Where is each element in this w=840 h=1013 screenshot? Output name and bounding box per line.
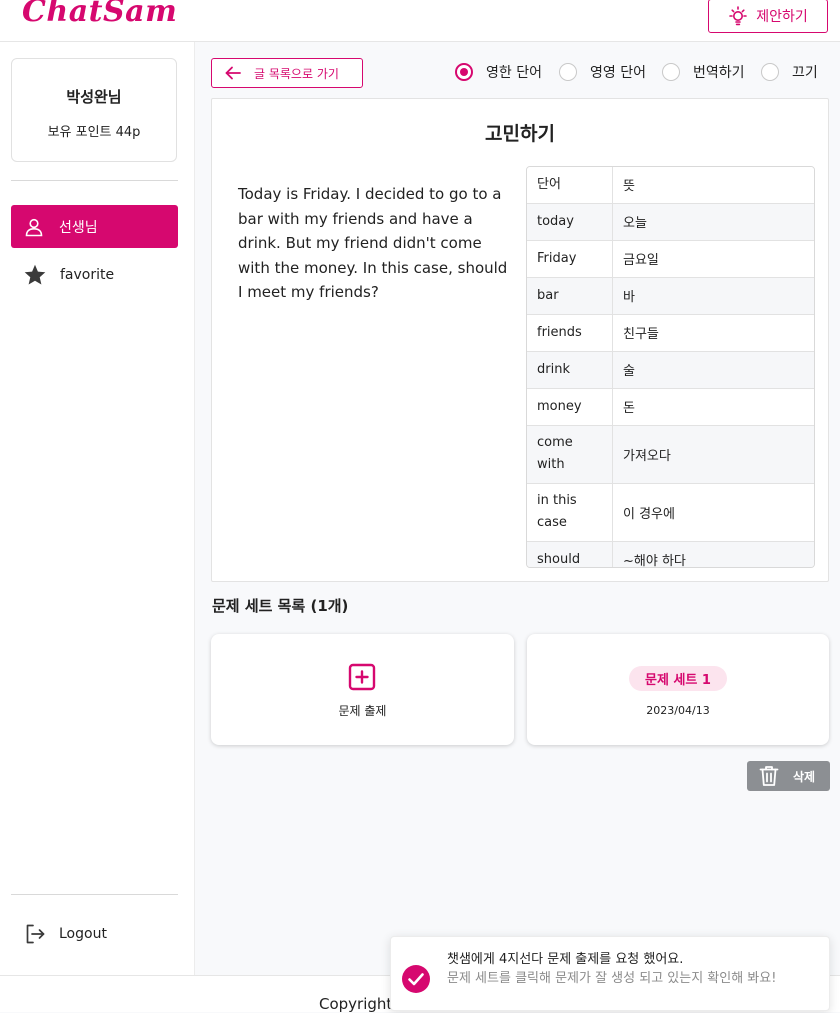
vocab-word: in this case [527, 483, 613, 542]
user-icon [24, 217, 44, 237]
suggest-label: 제안하기 [756, 9, 808, 25]
sidebar-item-teacher[interactable]: 선생님 [11, 205, 178, 248]
vocab-word: friends [527, 314, 613, 352]
vocab-row: drink 술 [527, 351, 814, 389]
radio-checked-icon [455, 63, 473, 81]
vocab-meaning: 이 경우에 [612, 483, 814, 542]
sidebar-item-favorite[interactable]: favorite [11, 255, 178, 295]
trash-icon [759, 765, 779, 787]
chatsam-logo[interactable]: ChatSam [22, 0, 177, 29]
question-set-badge: 문제 세트 1 [629, 666, 727, 691]
create-question-set-label: 문제 출제 [338, 704, 387, 718]
create-question-set-card[interactable]: 문제 출제 [211, 634, 514, 745]
article-body: Today is Friday. I decided to go to a ba… [238, 185, 508, 301]
lightbulb-icon [728, 6, 748, 26]
vocab-meaning: 친구들 [612, 314, 814, 352]
radio-en-ko-word[interactable]: 영한 단어 [455, 62, 542, 82]
radio-en-en-word[interactable]: 영영 단어 [559, 62, 646, 82]
sidebar-divider [11, 894, 178, 895]
vocab-row: bar 바 [527, 277, 814, 315]
radio-label: 영한 단어 [486, 65, 542, 81]
article-card: 고민하기 Today is Friday. I decided to go to… [211, 98, 829, 582]
logout-button[interactable]: Logout [11, 914, 178, 954]
delete-label: 삭제 [793, 769, 816, 784]
question-set-card[interactable]: 문제 세트 1 2023/04/13 [527, 634, 829, 745]
vocab-meaning: 오늘 [612, 203, 814, 241]
app-header: ChatSam 제안하기 [0, 0, 840, 42]
radio-unchecked-icon [559, 63, 577, 81]
toast-description: 문제 세트를 클릭해 문제가 잘 생성 되고 있는지 확인해 봐요! [447, 971, 777, 986]
question-set-date: 2023/04/13 [646, 704, 710, 717]
question-sets-title: 문제 세트 목록 (1개) [212, 597, 349, 615]
vocab-header-meaning: 뜻 [612, 167, 814, 204]
radio-unchecked-icon [761, 63, 779, 81]
delete-button[interactable]: 삭제 [747, 761, 830, 791]
vocab-header-word: 단어 [527, 167, 613, 204]
vocab-word: come with [527, 425, 613, 484]
vocab-word: drink [527, 351, 613, 389]
profile-name: 박성완님 [66, 88, 122, 106]
star-icon [23, 263, 47, 287]
radio-off[interactable]: 끄기 [761, 62, 818, 82]
vocab-meaning: 술 [612, 351, 814, 389]
radio-label: 영영 단어 [590, 65, 646, 81]
logout-icon [23, 922, 47, 946]
vocab-row: in this case 이 경우에 [527, 483, 814, 542]
vocab-meaning: 금요일 [612, 240, 814, 278]
profile-card: 박성완님 보유 포인트 44p [11, 58, 177, 162]
back-to-list-button[interactable]: 글 목록으로 가기 [211, 58, 363, 88]
vocab-word: today [527, 203, 613, 241]
article-title: 고민하기 [485, 123, 555, 145]
radio-label: 끄기 [792, 65, 818, 81]
vocab-word: should [527, 541, 613, 567]
logout-label: Logout [59, 926, 107, 942]
vocab-word: money [527, 388, 613, 426]
sidebar-divider [11, 180, 178, 181]
vocab-row: Friday 금요일 [527, 240, 814, 278]
copyright-text: Copyright [319, 995, 393, 1013]
vocab-row: come with 가져오다 [527, 425, 814, 484]
vocab-word: Friday [527, 240, 613, 278]
sidebar: 박성완님 보유 포인트 44p 선생님 favorite Logout [0, 42, 195, 975]
vocab-row: friends 친구들 [527, 314, 814, 352]
toast-title: 챗샘에게 4지선다 문제 출제를 요청 했어요. [447, 952, 684, 967]
profile-points: 보유 포인트 44p [47, 125, 141, 140]
plus-square-icon [348, 663, 376, 695]
vocab-meaning: 가져오다 [612, 425, 814, 484]
radio-unchecked-icon [662, 63, 680, 81]
vocab-meaning: ~해야 하다 [612, 541, 814, 567]
radio-translate[interactable]: 번역하기 [662, 62, 745, 82]
sidebar-item-label: 선생님 [59, 219, 98, 236]
vocab-meaning: 돈 [612, 388, 814, 426]
vocab-header-row: 단어 뜻 [527, 167, 814, 204]
back-to-list-label: 글 목록으로 가기 [254, 66, 339, 81]
vocab-meaning: 바 [612, 277, 814, 315]
vocab-row: money 돈 [527, 388, 814, 426]
vocab-table[interactable]: 단어 뜻 today 오늘 Friday 금요일 bar 바 friends 친… [526, 166, 815, 568]
check-circle-icon [401, 964, 431, 998]
radio-label: 번역하기 [693, 65, 745, 81]
vocab-word: bar [527, 277, 613, 315]
suggest-button[interactable]: 제안하기 [708, 0, 828, 33]
toast-notification[interactable]: 챗샘에게 4지선다 문제 출제를 요청 했어요. 문제 세트를 클릭해 문제가 … [390, 936, 830, 1011]
vocab-row: today 오늘 [527, 203, 814, 241]
vocab-row: should ~해야 하다 [527, 541, 814, 567]
arrow-left-icon [224, 64, 242, 82]
sidebar-item-label: favorite [60, 267, 115, 283]
